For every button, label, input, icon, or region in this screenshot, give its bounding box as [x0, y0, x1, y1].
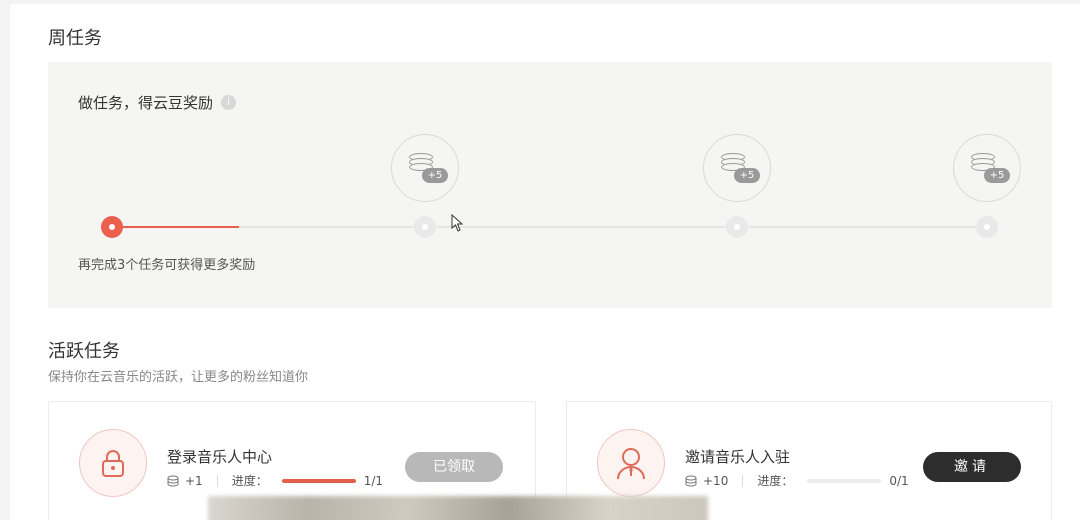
progress-node-3	[976, 216, 998, 238]
weekly-progress-track	[112, 226, 986, 228]
progress-node-start	[101, 216, 123, 238]
reward-amount: +5	[984, 168, 1010, 183]
reward-bubble-3: +5	[953, 134, 1021, 202]
active-section-title: 活跃任务	[48, 341, 120, 362]
divider	[742, 474, 744, 487]
progress-count: 0/1	[889, 473, 909, 488]
info-icon[interactable]: i	[221, 95, 237, 110]
progress-label: 进度：	[231, 474, 268, 488]
blurred-content	[208, 496, 708, 520]
reward-amount: +5	[734, 168, 760, 183]
progress-count: 1/1	[363, 473, 384, 488]
task-reward: +1	[185, 473, 203, 488]
coin-icon	[685, 475, 697, 486]
weekly-heading-text: 做任务，得云豆奖励	[78, 94, 214, 112]
progress-node-1	[414, 216, 436, 238]
invite-button[interactable]: 邀请	[923, 452, 1021, 482]
task-meta: +1 进度： 1/1	[167, 472, 383, 489]
claimed-button[interactable]: 已领取	[405, 452, 503, 482]
lock-icon	[79, 429, 147, 497]
task-progress-bar	[807, 478, 882, 483]
task-progress-bar	[281, 478, 356, 483]
task-page: 周任务 做任务，得云豆奖励 i +5 +5 +5 再完成3个任务可获得更多奖励 …	[10, 4, 1080, 520]
task-name: 登录音乐人中心	[167, 448, 273, 466]
weekly-heading: 做任务，得云豆奖励 i	[78, 92, 237, 113]
weekly-task-panel: 做任务，得云豆奖励 i +5 +5 +5 再完成3个任务可获得更多奖励	[48, 62, 1052, 308]
progress-label: 进度：	[757, 474, 794, 488]
coin-icon	[167, 475, 179, 486]
task-meta: +10 进度： 0/1	[685, 472, 909, 489]
reward-bubble-1: +5	[391, 134, 459, 202]
reward-amount: +5	[422, 168, 448, 183]
user-icon	[597, 429, 665, 497]
task-reward: +10	[703, 473, 729, 488]
weekly-section-title: 周任务	[48, 28, 102, 49]
task-progress-fill	[281, 478, 356, 483]
task-name: 邀请音乐人入驻	[685, 448, 791, 466]
active-section-subtitle: 保持你在云音乐的活跃，让更多的粉丝知道你	[48, 370, 309, 385]
reward-bubble-2: +5	[703, 134, 771, 202]
weekly-progress-hint: 再完成3个任务可获得更多奖励	[78, 258, 256, 273]
divider	[216, 474, 218, 487]
mouse-cursor-icon	[451, 214, 463, 232]
progress-node-2	[726, 216, 748, 238]
weekly-progress-fill	[112, 226, 239, 228]
